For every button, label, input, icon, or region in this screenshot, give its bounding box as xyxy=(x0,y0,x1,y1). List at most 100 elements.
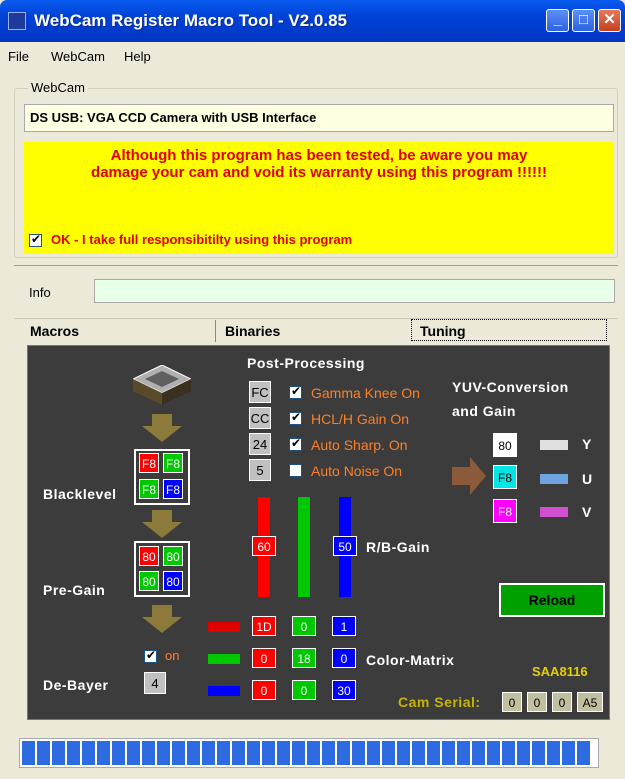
progress-segment xyxy=(82,741,95,765)
matrix-cell[interactable]: 0 xyxy=(292,616,316,636)
warning-line-2: damage your cam and void its warranty us… xyxy=(91,164,547,181)
serial-cell[interactable]: 0 xyxy=(552,692,572,712)
hcl-gain-label: HCL/H Gain On xyxy=(311,411,410,427)
info-label: Info xyxy=(29,285,51,300)
menu-file[interactable]: File xyxy=(8,49,29,64)
progress-segment xyxy=(262,741,275,765)
serial-cell[interactable]: A5 xyxy=(577,692,603,712)
blacklevel-label: Blacklevel xyxy=(43,486,117,502)
matrix-cell[interactable]: 0 xyxy=(332,648,356,668)
close-button[interactable]: ✕ xyxy=(598,9,621,32)
pp-value-hcl[interactable]: CC xyxy=(249,407,271,429)
blacklevel-cell[interactable]: F8 xyxy=(163,479,183,499)
info-field[interactable] xyxy=(94,279,615,303)
u-swatch xyxy=(540,474,568,484)
auto-noise-checkbox[interactable] xyxy=(289,464,302,477)
progress-segment xyxy=(202,741,215,765)
debayer-checkbox[interactable] xyxy=(144,648,157,663)
progress-segment xyxy=(157,741,170,765)
matrix-cell[interactable]: 1 xyxy=(332,616,356,636)
webcam-device-field[interactable]: DS USB: VGA CCD Camera with USB Interfac… xyxy=(24,104,614,132)
hcl-gain-checkbox[interactable] xyxy=(289,410,302,425)
v-swatch xyxy=(540,507,568,517)
progress-segment xyxy=(322,741,335,765)
arrow-right-icon xyxy=(452,457,486,498)
tab-binaries[interactable]: Binaries xyxy=(217,320,407,342)
progress-bar xyxy=(19,738,599,768)
cam-serial-label: Cam Serial: xyxy=(398,694,481,710)
matrix-cell[interactable]: 18 xyxy=(292,648,316,668)
red-gain-value[interactable]: 60 xyxy=(252,536,276,556)
progress-segment xyxy=(307,741,320,765)
progress-segment xyxy=(517,741,530,765)
tuning-panel xyxy=(27,345,610,720)
progress-segment xyxy=(112,741,125,765)
yuv-v-value[interactable]: F8 xyxy=(493,499,517,523)
gamma-knee-checkbox[interactable] xyxy=(289,384,302,399)
y-label: Y xyxy=(582,436,592,452)
progress-segment xyxy=(562,741,575,765)
serial-cell[interactable]: 0 xyxy=(527,692,547,712)
yuv-y-value[interactable]: 80 xyxy=(493,433,517,457)
progress-segment xyxy=(382,741,395,765)
maximize-button[interactable]: □ xyxy=(572,9,595,32)
pregain-cell[interactable]: 80 xyxy=(139,571,159,591)
matrix-cell[interactable]: 0 xyxy=(252,648,276,668)
progress-segment xyxy=(487,741,500,765)
blacklevel-cell[interactable]: F8 xyxy=(163,453,183,473)
progress-segment xyxy=(292,741,305,765)
green-gain-slider[interactable] xyxy=(298,497,310,597)
progress-segment xyxy=(217,741,230,765)
debayer-label: De-Bayer xyxy=(43,677,109,693)
accept-checkbox[interactable] xyxy=(29,232,42,247)
matrix-red-swatch xyxy=(208,622,240,632)
matrix-cell[interactable]: 30 xyxy=(332,680,356,700)
arrow-down-icon xyxy=(142,414,182,445)
y-swatch xyxy=(540,440,568,450)
blue-gain-value[interactable]: 50 xyxy=(333,536,357,556)
matrix-cell[interactable]: 0 xyxy=(292,680,316,700)
chip-label: SAA8116 xyxy=(532,664,588,679)
yuv-title-line-1: YUV-Conversion xyxy=(452,379,569,395)
pregain-cell[interactable]: 80 xyxy=(139,546,159,566)
menu-help[interactable]: Help xyxy=(124,49,151,64)
progress-segment xyxy=(427,741,440,765)
debayer-value[interactable]: 4 xyxy=(144,672,166,694)
blacklevel-cell[interactable]: F8 xyxy=(139,453,159,473)
serial-cell[interactable]: 0 xyxy=(502,692,522,712)
progress-segment xyxy=(457,741,470,765)
pp-value-sharp[interactable]: 24 xyxy=(249,433,271,455)
app-icon[interactable] xyxy=(8,12,26,30)
u-label: U xyxy=(582,471,593,487)
progress-segment xyxy=(37,741,50,765)
warning-line-1: Although this program has been tested, b… xyxy=(110,147,528,164)
progress-fill xyxy=(22,741,596,765)
matrix-cell[interactable]: 0 xyxy=(252,680,276,700)
minimize-button[interactable]: _ xyxy=(546,9,569,32)
pregain-cell[interactable]: 80 xyxy=(163,546,183,566)
progress-segment xyxy=(67,741,80,765)
blacklevel-cell[interactable]: F8 xyxy=(139,479,159,499)
progress-segment xyxy=(142,741,155,765)
menu-webcam[interactable]: WebCam xyxy=(51,49,105,64)
progress-segment xyxy=(472,741,485,765)
auto-sharp-checkbox[interactable] xyxy=(289,436,302,451)
progress-segment xyxy=(247,741,260,765)
progress-segment xyxy=(397,741,410,765)
gamma-knee-label: Gamma Knee On xyxy=(311,385,420,401)
tab-tuning[interactable]: Tuning xyxy=(411,319,607,341)
pp-value-noise[interactable]: 5 xyxy=(249,459,271,481)
accept-label: OK - I take full responsibitilty using t… xyxy=(51,232,353,247)
progress-segment xyxy=(232,741,245,765)
progress-segment xyxy=(547,741,560,765)
pregain-cell[interactable]: 80 xyxy=(163,571,183,591)
progress-segment xyxy=(172,741,185,765)
yuv-title-line-2: and Gain xyxy=(452,403,516,419)
pp-value-gamma[interactable]: FC xyxy=(249,381,271,403)
progress-segment xyxy=(412,741,425,765)
tab-macros[interactable]: Macros xyxy=(22,320,215,342)
matrix-cell[interactable]: 1D xyxy=(252,616,276,636)
reload-button[interactable]: Reload xyxy=(499,583,605,617)
yuv-u-value[interactable]: F8 xyxy=(493,465,517,489)
progress-segment xyxy=(577,741,590,765)
